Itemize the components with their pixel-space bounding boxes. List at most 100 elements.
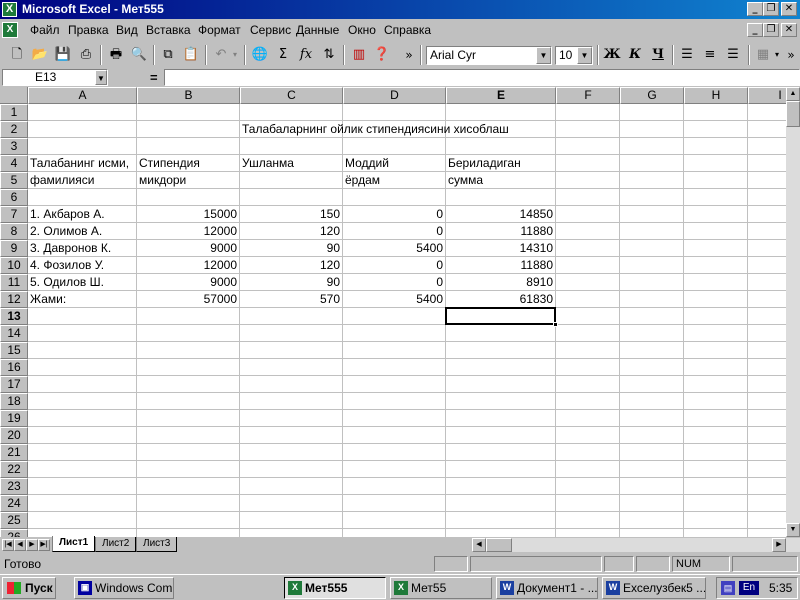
row-header-13[interactable]: 13 <box>0 308 28 325</box>
row-header-19[interactable]: 19 <box>0 410 28 427</box>
row-header-5[interactable]: 5 <box>0 172 28 189</box>
sheet-tab-1[interactable]: Лист1 <box>52 536 96 552</box>
cell-d7[interactable]: 0 <box>343 206 445 223</box>
row-header-3[interactable]: 3 <box>0 138 28 155</box>
align-left-icon[interactable]: ☰ <box>676 45 698 67</box>
align-right-icon[interactable]: ☰ <box>722 45 744 67</box>
formula-input[interactable] <box>164 69 800 86</box>
first-sheet-icon[interactable]: |◀ <box>2 539 14 551</box>
row-header-24[interactable]: 24 <box>0 495 28 512</box>
cell-d8[interactable]: 0 <box>343 223 445 240</box>
font-size-dropdown-icon[interactable]: ▼ <box>577 47 592 64</box>
print-icon[interactable]: 🖶 <box>105 45 127 67</box>
vertical-scroll-thumb[interactable] <box>786 101 800 127</box>
column-header-e[interactable]: E <box>446 87 556 104</box>
horizontal-scrollbar[interactable]: ◀ ▶ <box>472 538 800 552</box>
cell-e5[interactable]: сумма <box>446 172 485 189</box>
autosum-icon[interactable]: Σ <box>272 45 294 67</box>
underline-button[interactable]: Ч <box>647 45 669 67</box>
doc-minimize-button[interactable]: _ <box>747 23 763 37</box>
column-header-f[interactable]: F <box>556 87 620 104</box>
column-header-g[interactable]: G <box>620 87 684 104</box>
taskbar-button-met555[interactable]: X Мет555 <box>284 577 386 599</box>
clock[interactable]: 5:35 <box>769 581 792 595</box>
prev-sheet-icon[interactable]: ◀ <box>14 539 26 551</box>
active-cell-selection[interactable] <box>445 307 558 327</box>
row-header-11[interactable]: 11 <box>0 274 28 291</box>
cell-e12[interactable]: 61830 <box>446 291 555 308</box>
cell-c7[interactable]: 150 <box>240 206 342 223</box>
start-button[interactable]: Пуск <box>2 577 56 599</box>
last-sheet-icon[interactable]: ▶| <box>38 539 50 551</box>
cell-a11[interactable]: 5. Одилов Ш. <box>28 274 106 291</box>
print-preview-icon[interactable]: 🔍 <box>128 45 150 67</box>
cell-c2[interactable]: Талабаларнинг ойлик стипендиясини хисобл… <box>240 121 511 138</box>
scroll-right-icon[interactable]: ▶ <box>772 538 786 552</box>
column-header-d[interactable]: D <box>343 87 446 104</box>
save-icon[interactable]: 💾 <box>52 45 74 67</box>
cell-a8[interactable]: 2. Олимов А. <box>28 223 104 240</box>
column-header-h[interactable]: H <box>684 87 748 104</box>
function-icon[interactable]: fx <box>295 45 317 67</box>
cell-c8[interactable]: 120 <box>240 223 342 240</box>
more-format-buttons-icon[interactable]: » <box>785 45 797 67</box>
cell-c10[interactable]: 120 <box>240 257 342 274</box>
row-header-2[interactable]: 2 <box>0 121 28 138</box>
cell-c9[interactable]: 90 <box>240 240 342 257</box>
cell-b10[interactable]: 12000 <box>137 257 239 274</box>
menu-help[interactable]: Справка <box>384 23 431 37</box>
edit-formula-button[interactable]: = <box>150 70 158 85</box>
taskbar-button-met55[interactable]: X Мет55 <box>390 577 492 599</box>
column-header-i[interactable]: I <box>748 87 786 104</box>
column-header-c[interactable]: C <box>240 87 343 104</box>
chart-wizard-icon[interactable]: ▥ <box>348 45 370 67</box>
scroll-up-icon[interactable]: ▲ <box>786 87 800 101</box>
cell-a5[interactable]: фамилияси <box>28 172 96 189</box>
menu-window[interactable]: Окно <box>348 23 376 37</box>
cell-e10[interactable]: 11880 <box>446 257 555 274</box>
italic-button[interactable]: К <box>624 45 646 67</box>
fill-handle[interactable] <box>553 322 558 327</box>
cell-a7[interactable]: 1. Акбаров А. <box>28 206 107 223</box>
next-sheet-icon[interactable]: ▶ <box>26 539 38 551</box>
row-header-26[interactable]: 26 <box>0 529 28 537</box>
cell-d4[interactable]: Моддий <box>343 155 391 172</box>
align-center-icon[interactable]: ≡ <box>699 45 721 67</box>
row-header-4[interactable]: 4 <box>0 155 28 172</box>
worksheet-grid[interactable]: A B C D E F G H I 1 2 3 4 5 6 7 8 9 10 11 12 13 14 15 16 17 18 19 20… <box>0 87 786 537</box>
row-header-10[interactable]: 10 <box>0 257 28 274</box>
row-header-8[interactable]: 8 <box>0 223 28 240</box>
menu-insert[interactable]: Вставка <box>146 23 191 37</box>
row-header-22[interactable]: 22 <box>0 461 28 478</box>
cell-d11[interactable]: 0 <box>343 274 445 291</box>
cell-e9[interactable]: 14310 <box>446 240 555 257</box>
cell-c11[interactable]: 90 <box>240 274 342 291</box>
minimize-button[interactable]: _ <box>747 2 763 16</box>
cell-b9[interactable]: 9000 <box>137 240 239 257</box>
undo-dropdown-icon[interactable]: ▾ <box>230 45 240 67</box>
borders-icon[interactable]: ▦ <box>752 45 774 67</box>
close-button[interactable]: ✕ <box>781 2 797 16</box>
tray-app-icon[interactable]: ▤ <box>721 581 735 595</box>
cell-b5[interactable]: микдори <box>137 172 188 189</box>
paste-icon[interactable]: 📋 <box>180 45 202 67</box>
cell-d5[interactable]: ёрдам <box>343 172 382 189</box>
taskbar-button-document1[interactable]: W Документ1 - ... <box>496 577 598 599</box>
menu-tools[interactable]: Сервис <box>250 23 291 37</box>
sheet-tab-2[interactable]: Лист2 <box>95 537 137 552</box>
name-box-dropdown-icon[interactable]: ▼ <box>95 70 107 85</box>
cell-b8[interactable]: 12000 <box>137 223 239 240</box>
doc-restore-button[interactable]: ❐ <box>763 23 779 37</box>
row-header-9[interactable]: 9 <box>0 240 28 257</box>
row-header-12[interactable]: 12 <box>0 291 28 308</box>
sheet-tab-3[interactable]: Лист3 <box>136 537 178 552</box>
cell-a10[interactable]: 4. Фозилов У. <box>28 257 106 274</box>
cell-c12[interactable]: 570 <box>240 291 342 308</box>
cell-b11[interactable]: 9000 <box>137 274 239 291</box>
maximize-button[interactable]: ❐ <box>763 2 779 16</box>
row-header-21[interactable]: 21 <box>0 444 28 461</box>
row-header-23[interactable]: 23 <box>0 478 28 495</box>
taskbar-button-windows-commander[interactable]: ▣ Windows Com... <box>74 577 174 599</box>
hyperlink-icon[interactable]: 🌐 <box>249 45 271 67</box>
scroll-left-icon[interactable]: ◀ <box>472 538 486 552</box>
